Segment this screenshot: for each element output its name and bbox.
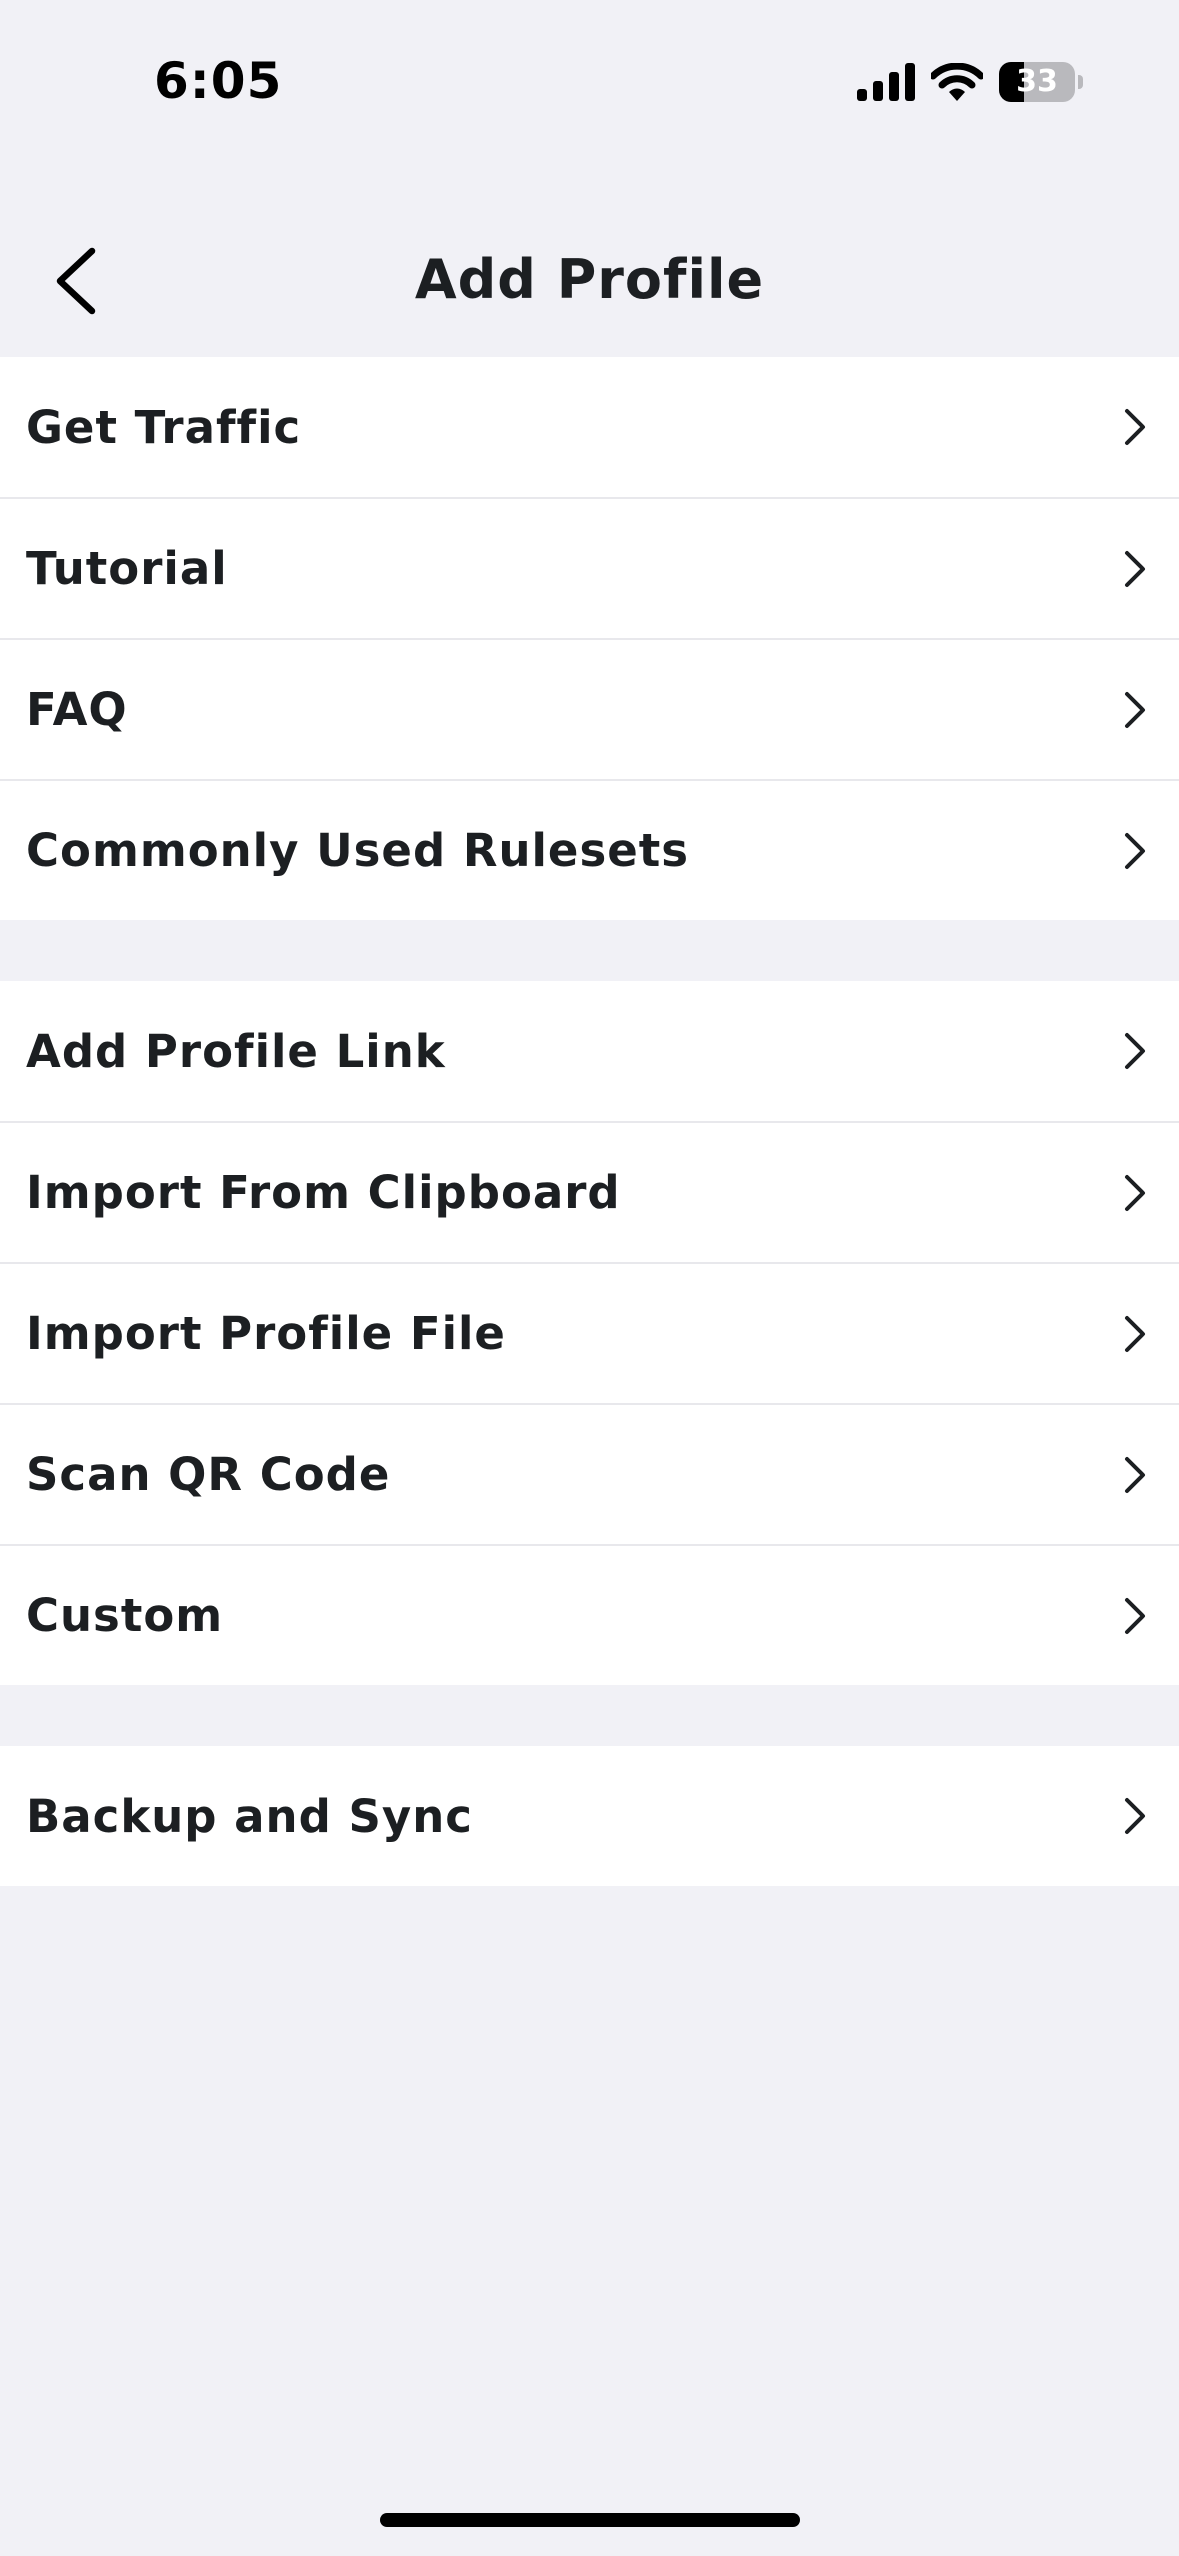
status-time: 6:05 [154,52,283,110]
battery-level: 33 [1016,64,1058,99]
menu-item-label: Tutorial [26,542,228,595]
chevron-right-icon [1125,1798,1145,1834]
chevron-right-icon [1125,691,1145,728]
menu-item-label: Scan QR Code [26,1448,391,1501]
menu-item-label: Import Profile File [26,1307,506,1360]
menu-item-label: FAQ [26,683,128,736]
chevron-right-icon [1125,1174,1145,1211]
import-group: Add Profile Link Import From Clipboard I… [0,981,1179,1685]
chevron-right-icon [1125,409,1145,445]
navigation-bar: Add Profile [0,200,1179,360]
menu-item-import-profile-file[interactable]: Import Profile File [0,1262,1179,1403]
help-group: Get Traffic Tutorial FAQ Commonly Used R… [0,357,1179,920]
menu-item-get-traffic[interactable]: Get Traffic [0,357,1179,497]
menu-item-commonly-used-rulesets[interactable]: Commonly Used Rulesets [0,779,1179,920]
page-title: Add Profile [414,248,765,311]
menu-item-import-from-clipboard[interactable]: Import From Clipboard [0,1121,1179,1262]
home-indicator[interactable] [380,2513,800,2527]
battery-icon: 33 [999,62,1083,102]
wifi-icon [931,63,983,101]
menu-item-faq[interactable]: FAQ [0,638,1179,779]
chevron-right-icon [1125,1315,1145,1352]
status-icons: 33 [857,62,1083,102]
status-bar: 6:05 33 [0,0,1179,160]
menu-item-label: Commonly Used Rulesets [26,824,690,877]
chevron-right-icon [1125,1597,1145,1634]
menu-item-label: Get Traffic [26,400,302,454]
menu-item-custom[interactable]: Custom [0,1544,1179,1685]
menu-item-label: Custom [26,1589,224,1642]
menu-item-scan-qr-code[interactable]: Scan QR Code [0,1403,1179,1544]
menu-item-label: Add Profile Link [26,1024,446,1078]
signal-icon [857,63,915,101]
menu-item-tutorial[interactable]: Tutorial [0,497,1179,638]
backup-group: Backup and Sync [0,1746,1179,1886]
chevron-right-icon [1125,1033,1145,1069]
chevron-right-icon [1125,1456,1145,1493]
menu-item-label: Import From Clipboard [26,1166,621,1219]
menu-item-label: Backup and Sync [26,1789,473,1843]
menu-item-add-profile-link[interactable]: Add Profile Link [0,981,1179,1121]
chevron-right-icon [1125,832,1145,869]
chevron-right-icon [1125,550,1145,587]
menu-item-backup-and-sync[interactable]: Backup and Sync [0,1746,1179,1886]
